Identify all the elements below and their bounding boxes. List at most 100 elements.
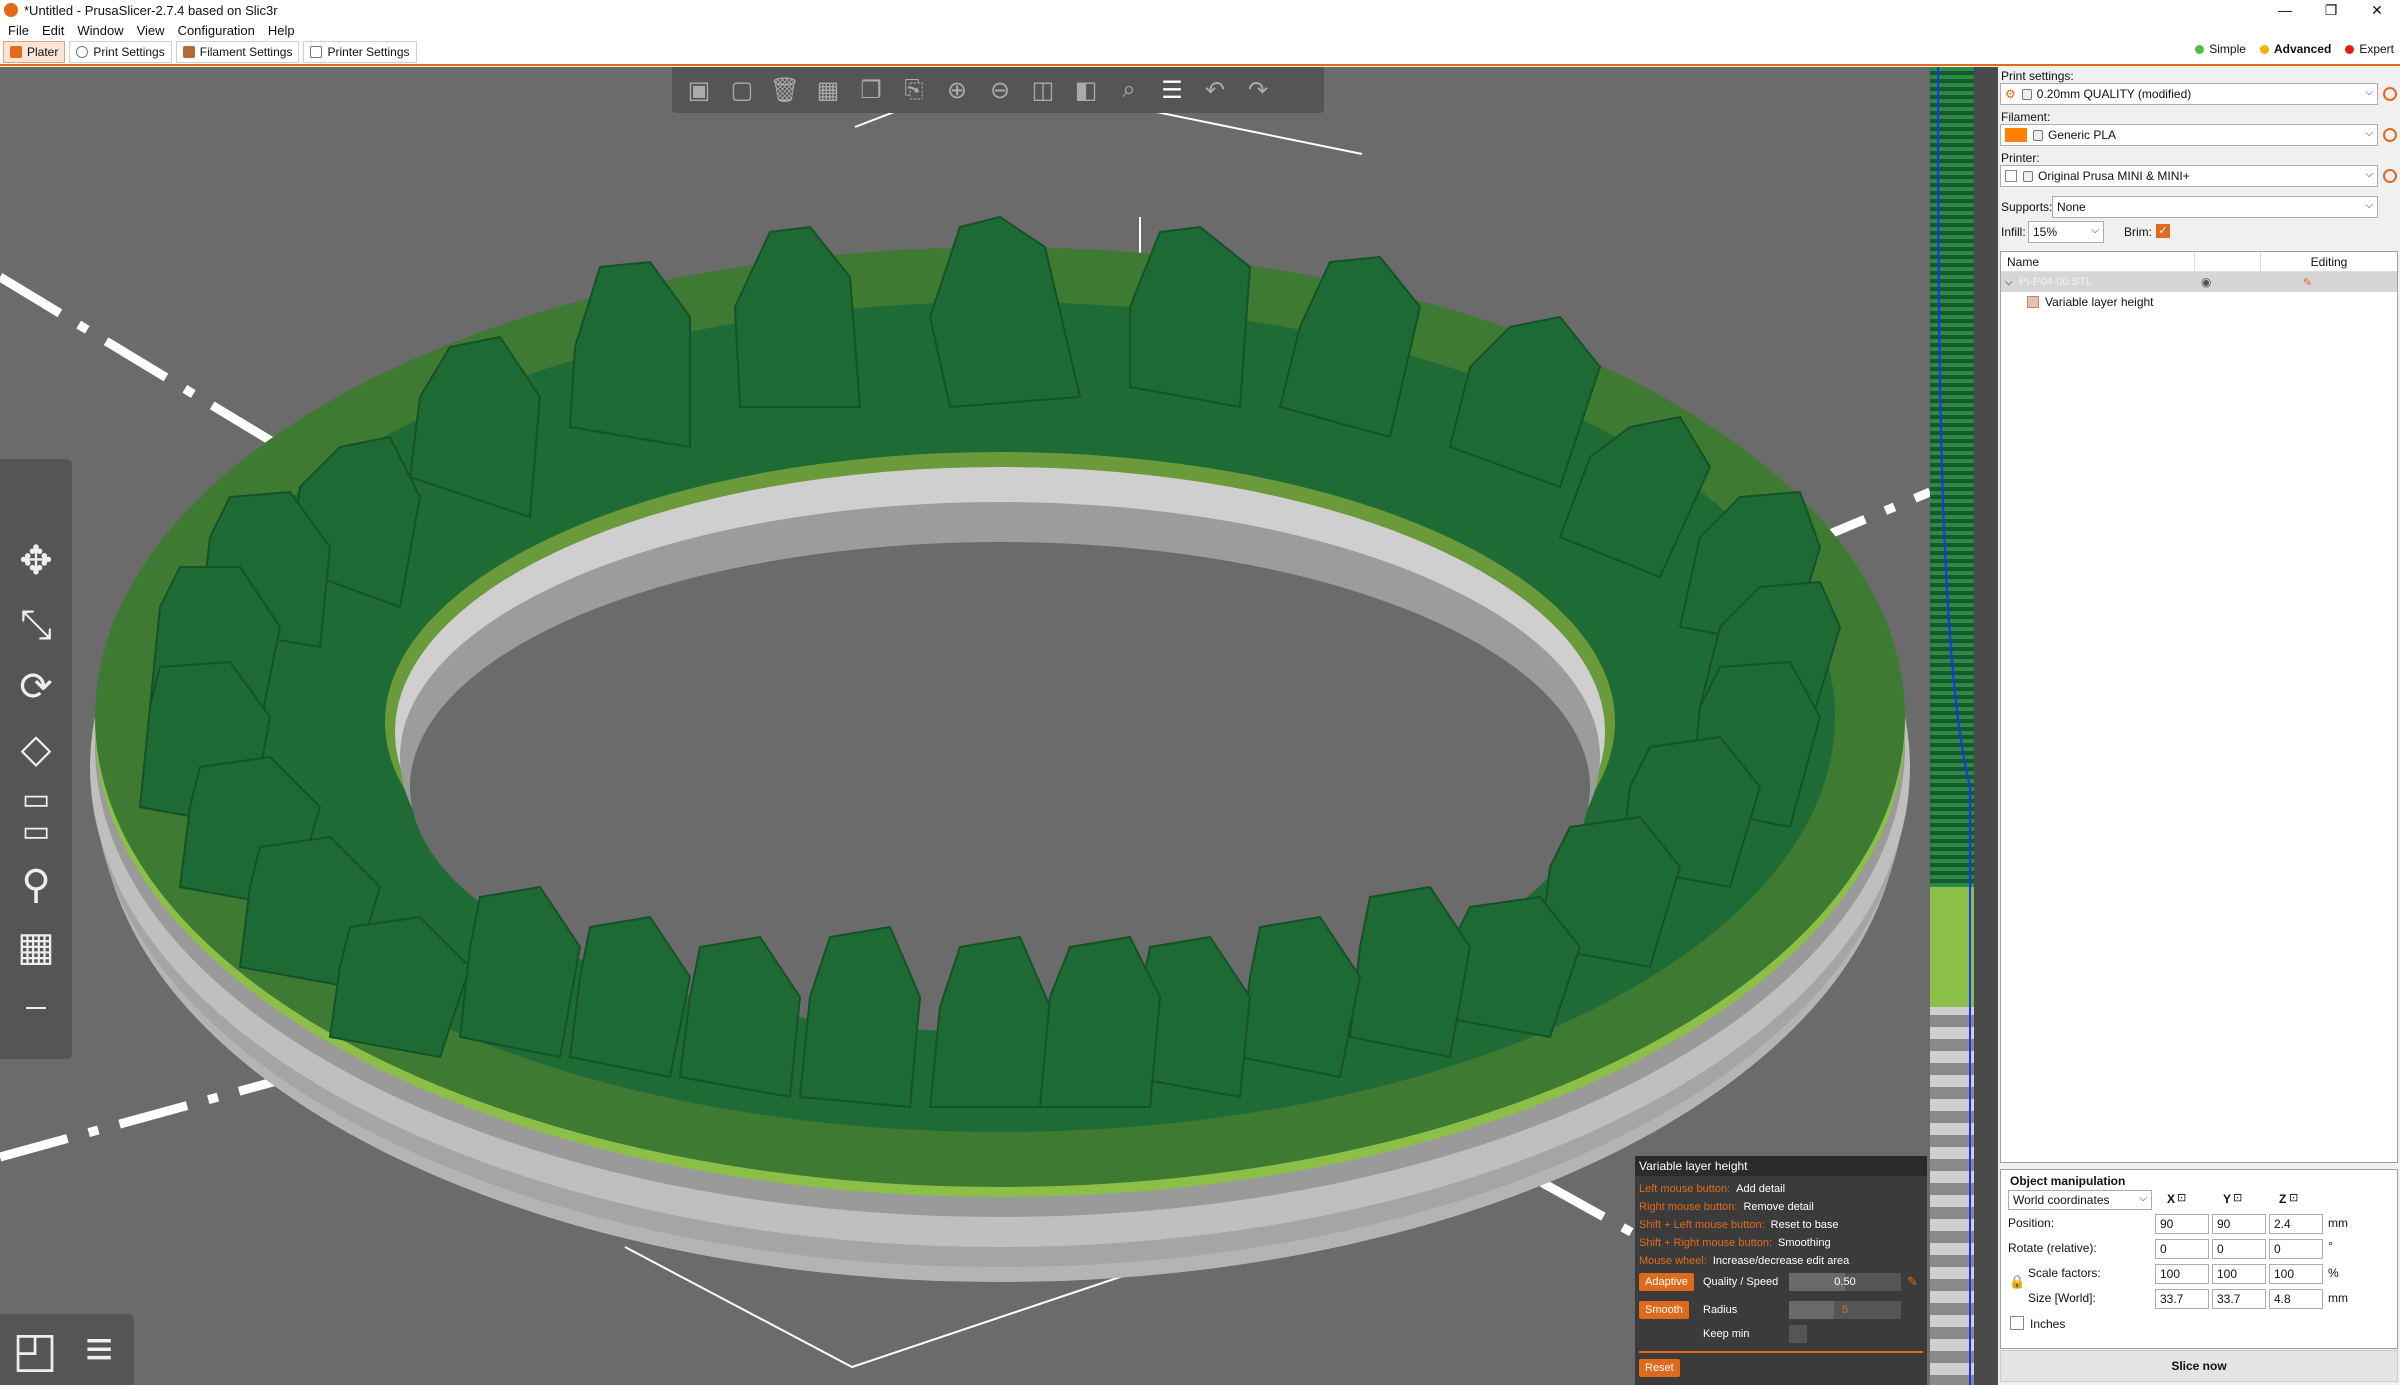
radius-slider[interactable]: 5 <box>1789 1301 1901 1319</box>
fdm-supports-icon[interactable]: ▭ <box>8 811 64 851</box>
copy-icon[interactable]: ❐ <box>852 71 890 109</box>
scale-z-input[interactable]: 100 <box>2269 1264 2323 1284</box>
edit-icon[interactable]: ✎ <box>2303 276 2312 289</box>
object-row[interactable]: ⌵ PI-P04-00.STL ◉ ✎ <box>2001 272 2397 292</box>
position-label: Position: <box>2008 1216 2055 1230</box>
split-parts-icon[interactable]: ◧ <box>1067 71 1105 109</box>
mode-switch: Simple Advanced Expert <box>2181 42 2394 56</box>
rotate-x-input[interactable]: 0 <box>2155 1239 2209 1259</box>
printer-combo[interactable]: Original Prusa MINI & MINI+ ⌵ <box>2000 165 2378 187</box>
quality-speed-slider[interactable]: 0.50 <box>1789 1273 1901 1291</box>
chevron-down-icon[interactable]: ⌵ <box>2005 277 2013 288</box>
size-x-input[interactable]: 33.7 <box>2155 1289 2209 1309</box>
mode-advanced-label: Advanced <box>2273 42 2332 56</box>
rotate-icon[interactable]: ⟳ <box>8 659 64 715</box>
size-z-input[interactable]: 4.8 <box>2269 1289 2323 1309</box>
menu-view[interactable]: View <box>133 23 174 38</box>
paste-icon[interactable]: ⎘ <box>895 71 933 109</box>
arrange-icon[interactable]: ▦ <box>809 71 847 109</box>
emboss-icon[interactable]: ▦ <box>8 919 64 975</box>
place-on-face-icon[interactable]: ◇ <box>8 721 64 777</box>
position-z-input[interactable]: 2.4 <box>2269 1214 2323 1234</box>
menu-help[interactable]: Help <box>264 23 304 38</box>
maximize-icon[interactable]: ❐ <box>2308 0 2354 20</box>
inches-checkbox[interactable] <box>2010 1316 2024 1330</box>
radius-label: Radius <box>1703 1304 1738 1316</box>
vlh-help-row: Mouse wheel: Increase/decrease edit area <box>1639 1252 1923 1270</box>
slice-now-button[interactable]: Slice now <box>2000 1350 2398 1382</box>
tab-plater-label: Plater <box>27 45 59 59</box>
vlh-smooth-row: Smooth Radius 5 <box>1639 1299 1923 1321</box>
menu-file[interactable]: File <box>4 23 38 38</box>
add-instance-icon[interactable]: ⊕ <box>938 71 976 109</box>
mode-expert[interactable]: Expert <box>2345 42 2394 56</box>
reset-button[interactable]: Reset <box>1639 1359 1680 1377</box>
minimize-icon[interactable]: — <box>2262 0 2308 20</box>
scale-y-input[interactable]: 100 <box>2212 1264 2266 1284</box>
position-x-input[interactable]: 90 <box>2155 1214 2209 1234</box>
3d-viewport[interactable]: ▣ ▢ 🗑 ▦ ❐ ⎘ ⊕ ⊖ ◫ ◧ ⌕ ☰ ↶ ↷ ✥ ⤡ ⟳ ◇ ▭ ▭ … <box>0 67 1930 1385</box>
layer-editing-icon[interactable]: ☰ <box>1153 71 1191 109</box>
menu-configuration[interactable]: Configuration <box>174 23 264 38</box>
tab-printer-settings[interactable]: Printer Settings <box>303 41 417 63</box>
infill-combo[interactable]: 15% ⌵ <box>2028 221 2104 243</box>
undo-icon[interactable]: ↶ <box>1196 71 1234 109</box>
chevron-down-icon: ⌵ <box>2365 128 2373 139</box>
title-bar: *Untitled - PrusaSlicer-2.7.4 based on S… <box>0 0 2400 20</box>
supports-combo[interactable]: None ⌵ <box>2052 196 2378 218</box>
close-icon[interactable]: ✕ <box>2354 0 2400 20</box>
window-controls: — ❐ ✕ <box>2262 0 2400 20</box>
3d-view-icon[interactable]: ◰ <box>6 1320 64 1380</box>
delete-all-icon[interactable]: 🗑 <box>766 71 804 109</box>
menu-window[interactable]: Window <box>73 23 132 38</box>
rotate-y-input[interactable]: 0 <box>2212 1239 2266 1259</box>
preview-icon[interactable]: ≡ <box>70 1320 128 1380</box>
print-settings-combo[interactable]: ⚙ 0.20mm QUALITY (modified) ⌵ <box>2000 83 2378 105</box>
split-objects-icon[interactable]: ◫ <box>1024 71 1062 109</box>
search-icon[interactable]: ⌕ <box>1110 71 1148 109</box>
remove-instance-icon[interactable]: ⊖ <box>981 71 1019 109</box>
edit-icon[interactable]: ✎ <box>1907 1274 1918 1290</box>
layer-range-row[interactable]: Variable layer height <box>2001 292 2397 312</box>
rotate-z-input[interactable]: 0 <box>2269 1239 2323 1259</box>
chevron-down-icon: ⌵ <box>2139 1193 2147 1204</box>
smooth-button[interactable]: Smooth <box>1639 1301 1689 1319</box>
layer-height-profile-bar[interactable] <box>1930 67 1998 1385</box>
filament-gear-icon[interactable] <box>2383 128 2397 142</box>
printer-icon <box>2005 170 2017 182</box>
tab-print-settings[interactable]: Print Settings <box>69 41 172 63</box>
redo-icon[interactable]: ↷ <box>1239 71 1277 109</box>
keep-min-checkbox[interactable] <box>1789 1325 1807 1343</box>
tab-bar: Plater Print Settings Filament Settings … <box>0 40 2400 66</box>
vlh-help-key: Shift + Right mouse button: <box>1639 1237 1772 1249</box>
measure-icon[interactable]: ⎯ <box>8 977 64 1033</box>
mode-advanced[interactable]: Advanced <box>2259 42 2332 56</box>
delete-icon[interactable]: ▢ <box>723 71 761 109</box>
adaptive-button[interactable]: Adaptive <box>1639 1273 1694 1291</box>
scale-icon[interactable]: ⤡ <box>8 597 64 653</box>
add-icon[interactable]: ▣ <box>680 71 718 109</box>
vlh-help-row: Left mouse button: Add detail <box>1639 1180 1923 1198</box>
eye-icon[interactable]: ◉ <box>2201 275 2211 289</box>
chevron-down-icon: ⌵ <box>2091 225 2099 236</box>
scale-x-input[interactable]: 100 <box>2155 1264 2209 1284</box>
mode-simple[interactable]: Simple <box>2195 42 2246 56</box>
position-y-input[interactable]: 90 <box>2212 1214 2266 1234</box>
axis-z-label: Z <box>2279 1192 2287 1206</box>
col-editing[interactable]: Editing <box>2261 255 2397 269</box>
coordinate-system-combo[interactable]: World coordinates ⌵ <box>2008 1190 2152 1210</box>
col-name[interactable]: Name <box>2001 251 2195 272</box>
filament-combo[interactable]: Generic PLA ⌵ <box>2000 124 2378 146</box>
move-icon[interactable]: ✥ <box>8 533 64 589</box>
size-y-input[interactable]: 33.7 <box>2212 1289 2266 1309</box>
printer-gear-icon[interactable] <box>2383 169 2397 183</box>
seam-paint-icon[interactable]: ⚲ <box>8 857 64 913</box>
brim-checkbox[interactable]: ✓ <box>2156 224 2170 238</box>
lock-icon[interactable]: 🔒 <box>2009 1274 2025 1290</box>
tab-plater[interactable]: Plater <box>3 41 66 63</box>
menu-edit[interactable]: Edit <box>38 23 73 38</box>
tab-filament-settings[interactable]: Filament Settings <box>175 41 300 63</box>
print-settings-gear-icon[interactable] <box>2383 87 2397 101</box>
print-settings-value: 0.20mm QUALITY (modified) <box>2036 87 2192 101</box>
vlh-help-desc: Add detail <box>1736 1183 1786 1195</box>
